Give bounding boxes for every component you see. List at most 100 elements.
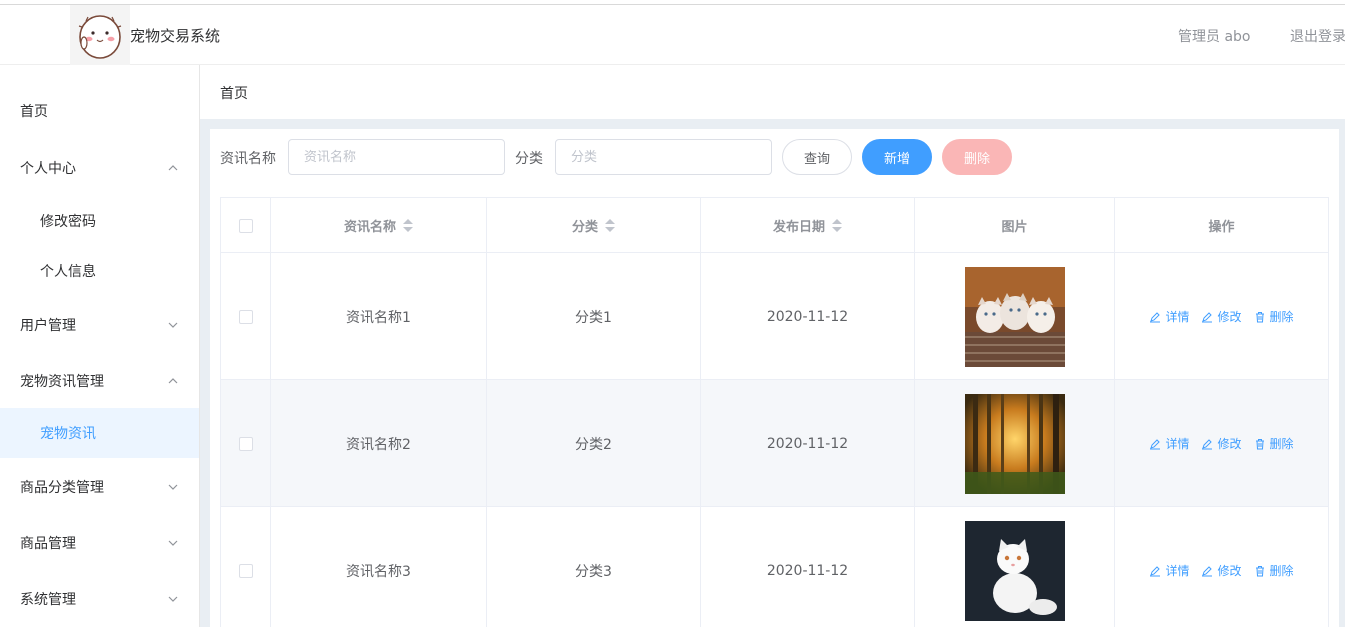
chevron-down-icon [168, 484, 178, 490]
sidebar-item-label: 个人信息 [40, 264, 96, 280]
news-name-cell: 资讯名称3 [271, 507, 487, 627]
detail-action[interactable]: 详情 [1149, 562, 1189, 579]
sidebar-item-label: 系统管理 [20, 592, 76, 608]
detail-action-label: 详情 [1165, 310, 1190, 324]
edit-pencil-icon [1150, 565, 1161, 576]
actions-cell: 详情 修改 删除 [1115, 253, 1328, 380]
actions-cell: 详情 修改 删除 [1115, 507, 1328, 627]
query-button[interactable]: 查询 [782, 139, 852, 175]
sidebar: 首页 个人中心 修改密码 个人信息 用户管理 宠物资讯管理 宠物资讯 商品分类管… [0, 65, 200, 627]
row-checkbox[interactable] [238, 563, 253, 578]
chevron-up-icon [168, 378, 178, 384]
table-header: 资讯名称 分类 发布日期 图片 操作 [221, 198, 1328, 253]
delete-action-label: 删除 [1269, 564, 1294, 578]
sidebar-item-label: 用户管理 [20, 318, 76, 334]
edit-action[interactable]: 修改 [1201, 435, 1242, 452]
column-header-category[interactable]: 分类 [487, 198, 701, 253]
edit-pencil-icon [1202, 565, 1213, 576]
edit-action-label: 修改 [1217, 310, 1242, 324]
image-cell [915, 507, 1115, 627]
logout-link[interactable]: 退出登录 [1290, 26, 1345, 46]
batch-delete-button[interactable]: 删除 [942, 139, 1012, 175]
column-header-label: 操作 [1208, 220, 1235, 235]
add-button[interactable]: 新增 [862, 139, 932, 175]
sidebar-item-label: 首页 [20, 104, 48, 120]
breadcrumb-bar: 首页 [200, 65, 1345, 119]
sidebar-item-label: 宠物资讯 [40, 426, 96, 442]
image-cell [915, 253, 1115, 380]
chevron-down-icon [168, 322, 178, 328]
sidebar-item-home[interactable]: 首页 [0, 86, 199, 136]
white-persian-cat-image[interactable] [964, 520, 1065, 621]
delete-action-label: 删除 [1269, 437, 1294, 451]
actions-cell: 详情 修改 删除 [1115, 380, 1328, 507]
date-cell: 2020-11-12 [701, 507, 915, 627]
trash-icon [1255, 565, 1264, 576]
edit-action[interactable]: 修改 [1201, 562, 1242, 579]
news-name-cell: 资讯名称2 [271, 380, 487, 507]
table-row[interactable]: 资讯名称3 分类3 2020-11-12 详情 修改 删除 [221, 507, 1328, 627]
sidebar-item-label: 宠物资讯管理 [20, 374, 104, 390]
current-user-label: 管理员 abo [1178, 29, 1251, 45]
sidebar-item-system-management[interactable]: 系统管理 [0, 574, 199, 624]
table-row[interactable]: 资讯名称2 分类2 2020-11-12 详情 修改 删除 [221, 380, 1328, 507]
sidebar-item-category-management[interactable]: 商品分类管理 [0, 462, 199, 512]
detail-action-label: 详情 [1165, 437, 1190, 451]
row-select-cell [221, 380, 271, 507]
sidebar-item-user-management[interactable]: 用户管理 [0, 300, 199, 350]
category-cell: 分类3 [487, 507, 701, 627]
category-input[interactable] [555, 139, 772, 175]
table-row[interactable]: 资讯名称1 分类1 2020-11-12 详情 修改 删除 [221, 253, 1328, 380]
trash-icon [1255, 311, 1264, 322]
detail-action[interactable]: 详情 [1149, 308, 1189, 325]
row-checkbox[interactable] [238, 436, 253, 451]
edit-pencil-icon [1150, 311, 1161, 322]
column-header-date[interactable]: 发布日期 [701, 198, 915, 253]
breadcrumb[interactable]: 首页 [220, 83, 248, 103]
sidebar-item-personal-center[interactable]: 个人中心 [0, 143, 199, 193]
sidebar-item-label: 商品分类管理 [20, 480, 104, 496]
sunlit-forest-image[interactable] [964, 393, 1065, 494]
sidebar-item-change-password[interactable]: 修改密码 [0, 196, 199, 246]
chevron-down-icon [168, 596, 178, 602]
delete-action[interactable]: 删除 [1254, 562, 1294, 579]
sidebar-item-pet-news-management[interactable]: 宠物资讯管理 [0, 356, 199, 406]
edit-pencil-icon [1150, 438, 1161, 449]
row-checkbox[interactable] [238, 309, 253, 324]
edit-action-label: 修改 [1217, 437, 1242, 451]
sidebar-item-personal-info[interactable]: 个人信息 [0, 246, 199, 296]
app-title: 宠物交易系统 [130, 27, 221, 45]
select-all-checkbox[interactable] [238, 218, 253, 233]
news-name-input[interactable] [288, 139, 505, 175]
delete-action[interactable]: 删除 [1254, 308, 1294, 325]
image-cell [915, 380, 1115, 507]
category-cell: 分类2 [487, 380, 701, 507]
delete-action[interactable]: 删除 [1254, 435, 1294, 452]
sidebar-item-label: 个人中心 [20, 161, 76, 177]
top-bar: 宠物交易系统 管理员 abo 退出登录 [0, 4, 1345, 65]
sort-icon[interactable] [403, 218, 413, 233]
column-header-actions: 操作 [1115, 198, 1328, 253]
edit-pencil-icon [1202, 438, 1213, 449]
sort-icon[interactable] [605, 218, 615, 233]
select-all-cell [221, 198, 271, 253]
sidebar-item-pet-news[interactable]: 宠物资讯 [0, 408, 199, 458]
detail-action-label: 详情 [1165, 564, 1190, 578]
sidebar-item-product-management[interactable]: 商品管理 [0, 518, 199, 568]
column-header-name[interactable]: 资讯名称 [271, 198, 487, 253]
edit-action[interactable]: 修改 [1201, 308, 1242, 325]
column-header-label: 图片 [1001, 220, 1028, 235]
edit-action-label: 修改 [1217, 564, 1242, 578]
category-label: 分类 [515, 151, 543, 167]
news-name-label: 资讯名称 [220, 151, 276, 167]
sidebar-item-label: 修改密码 [40, 214, 96, 230]
logo [70, 5, 130, 65]
mascot-logo-icon [78, 15, 122, 59]
kittens-in-basket-image[interactable] [964, 266, 1065, 367]
column-header-label: 分类 [571, 220, 598, 235]
detail-action[interactable]: 详情 [1149, 435, 1189, 452]
category-cell: 分类1 [487, 253, 701, 380]
chevron-up-icon [168, 165, 178, 171]
edit-pencil-icon [1202, 311, 1213, 322]
sort-icon[interactable] [832, 218, 842, 233]
